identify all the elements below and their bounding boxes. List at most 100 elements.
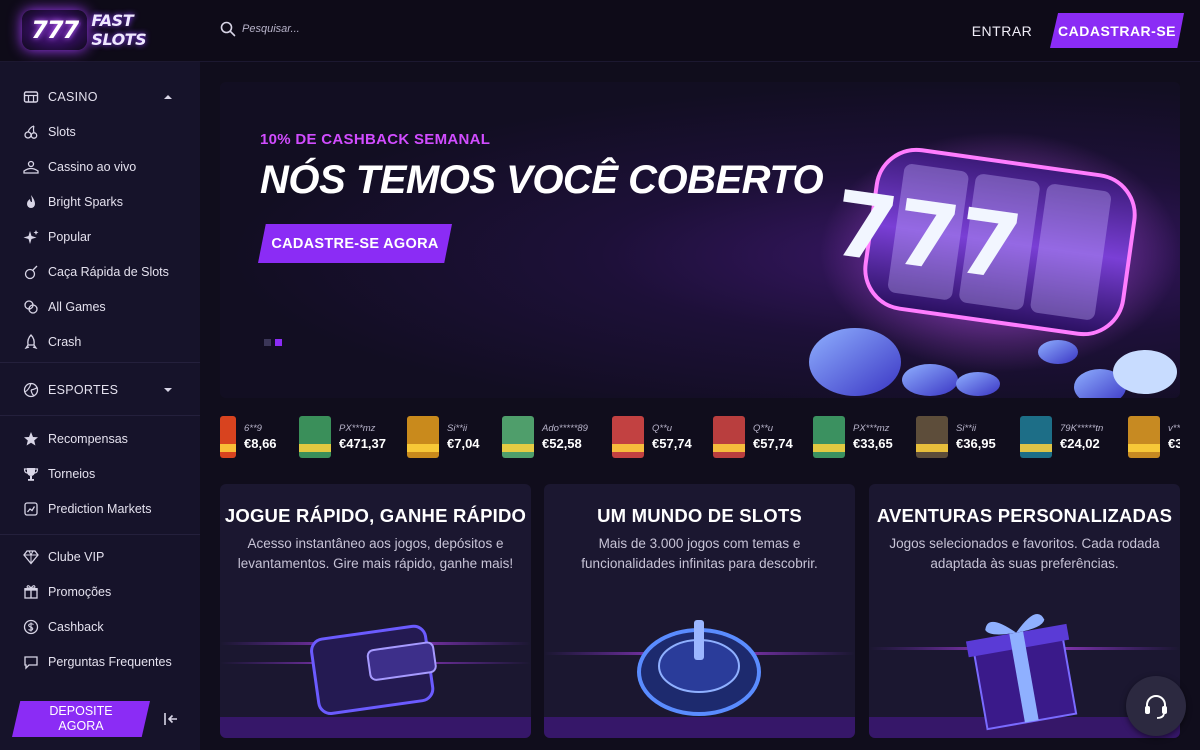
sidebar-item-label: Crash — [48, 335, 82, 349]
feature-card-fast-play[interactable]: JOGUE RÁPIDO, GANHE RÁPIDO Acesso instan… — [220, 484, 531, 738]
sidebar-item-label: Clube VIP — [48, 550, 105, 564]
chat-icon — [22, 653, 40, 671]
search-bar[interactable] — [220, 21, 462, 37]
card-title: UM MUNDO DE SLOTS — [597, 505, 802, 526]
card-title: AVENTURAS PERSONALIZADAS — [876, 505, 1173, 526]
sidebar-item-popular[interactable]: Popular — [0, 222, 200, 252]
flame-icon — [22, 193, 40, 211]
trophy-icon — [22, 465, 40, 483]
sidebar-item-bright-sparks[interactable]: Bright Sparks — [0, 187, 200, 217]
sidebar-divider — [0, 362, 200, 363]
sidebar-item-label: Perguntas Frequentes — [48, 655, 172, 669]
win-ticker-item[interactable]: Q**u €57,74 — [713, 416, 793, 458]
deposit-label-line1: DEPOSITE — [49, 704, 113, 718]
sparkle-icon — [22, 228, 40, 246]
winner-username: v** — [1168, 422, 1180, 434]
gift-icon — [22, 583, 40, 601]
game-thumbnail — [220, 416, 236, 458]
login-button[interactable]: ENTRAR — [966, 14, 1038, 48]
game-thumbnail — [612, 416, 644, 458]
support-chat-button[interactable] — [1126, 676, 1186, 736]
casino-icon — [22, 88, 40, 106]
sidebar-item-label: Popular — [48, 230, 92, 244]
card-title: JOGUE RÁPIDO, GANHE RÁPIDO — [224, 505, 527, 526]
sidebar-item-rewards[interactable]: Recompensas — [0, 424, 200, 454]
win-ticker-item[interactable]: PX***mz €471,37 — [299, 416, 386, 458]
win-ticker-item[interactable]: Si**ii €7,04 — [407, 416, 480, 458]
game-thumbnail — [299, 416, 331, 458]
wallet-illustration — [220, 624, 531, 738]
chevron-down-icon[interactable] — [162, 384, 174, 396]
hero-signup-button[interactable]: CADASTRE-SE AGORA — [258, 224, 452, 263]
win-ticker-item[interactable]: Q**u €57,74 — [612, 416, 692, 458]
carousel-dot[interactable] — [264, 339, 271, 346]
card-description: Acesso instantâneo aos jogos, depósitos … — [237, 536, 514, 571]
win-amount: €3 — [1168, 435, 1180, 451]
hero-eyebrow: 10% DE CASHBACK SEMANAL — [260, 131, 491, 148]
carousel-dots — [264, 339, 282, 346]
feature-card-slots-world[interactable]: UM MUNDO DE SLOTS Mais de 3.000 jogos co… — [544, 484, 855, 738]
sidebar-divider — [0, 415, 200, 416]
sidebar-section-label: CASINO — [48, 90, 98, 104]
win-ticker-item[interactable]: 6**9 €8,66 — [220, 416, 277, 458]
win-amount: €8,66 — [244, 435, 277, 451]
sidebar-item-label: Cashback — [48, 620, 104, 634]
register-button[interactable]: CADASTRAR-SE — [1050, 13, 1184, 48]
diamond-icon — [22, 548, 40, 566]
sidebar-item-label: Bright Sparks — [48, 195, 124, 209]
collapse-sidebar-icon[interactable] — [162, 710, 180, 728]
sidebar-item-live-casino[interactable]: Cassino ao vivo — [0, 152, 200, 182]
chevron-up-icon[interactable] — [162, 91, 174, 103]
sidebar-item-crash[interactable]: Crash — [0, 327, 200, 357]
game-thumbnail — [407, 416, 439, 458]
winner-username: Q**u — [753, 422, 774, 434]
win-amount: €33,65 — [853, 435, 893, 451]
winner-username: Q**u — [652, 422, 673, 434]
game-thumbnail — [916, 416, 948, 458]
card-description: Jogos selecionados e favoritos. Cada rod… — [889, 536, 1160, 571]
volleyball-icon — [22, 381, 40, 399]
slot-machine-777-illustration: 777 — [809, 132, 1180, 398]
win-ticker-item[interactable]: v** €3 — [1128, 416, 1180, 458]
sidebar-item-label: Recompensas — [48, 432, 128, 446]
win-ticker-item[interactable]: 79K*****tn €24,02 — [1020, 416, 1103, 458]
sidebar-item-promotions[interactable]: Promoções — [0, 577, 200, 607]
game-thumbnail — [502, 416, 534, 458]
sidebar-item-slot-hunt[interactable]: Caça Rápida de Slots — [0, 257, 200, 287]
win-amount: €471,37 — [339, 435, 386, 451]
win-amount: €57,74 — [652, 435, 692, 451]
sidebar-item-slots[interactable]: Slots — [0, 117, 200, 147]
deposit-label-line2: AGORA — [58, 719, 104, 733]
search-icon — [220, 21, 236, 37]
chart-icon — [22, 500, 40, 518]
sidebar-item-cashback[interactable]: Cashback — [0, 612, 200, 642]
win-ticker-item[interactable]: Si**ii €36,95 — [916, 416, 996, 458]
logo-777-badge: 777 — [22, 10, 88, 50]
sidebar-section-sports[interactable]: ESPORTES — [0, 375, 200, 405]
game-thumbnail — [713, 416, 745, 458]
win-amount: €52,58 — [542, 435, 582, 451]
logo-text: FAST SLOTS — [91, 11, 147, 49]
winner-username: Si**ii — [956, 422, 977, 434]
sidebar-item-faq[interactable]: Perguntas Frequentes — [0, 647, 200, 677]
sidebar-item-all-games[interactable]: All Games — [0, 292, 200, 322]
win-ticker-item[interactable]: Ado*****89 €52,58 — [502, 416, 588, 458]
games-icon — [22, 298, 40, 316]
search-input[interactable] — [242, 23, 462, 35]
sidebar-section-label: ESPORTES — [48, 383, 119, 397]
sidebar-item-prediction-markets[interactable]: Prediction Markets — [0, 494, 200, 524]
recent-wins-ticker: 6**9 €8,66 PX***mz €471,37 Si**ii €7,04 Ado… — [220, 414, 1180, 460]
fast-slots-logo[interactable]: 777 FAST SLOTS — [22, 8, 192, 52]
hero-banner: 10% DE CASHBACK SEMANAL NÓS TEMOS VOCÊ C… — [220, 82, 1180, 398]
sidebar-item-tournaments[interactable]: Torneios — [0, 459, 200, 489]
deposit-now-button[interactable]: DEPOSITE AGORA — [12, 701, 150, 737]
winner-username: PX***mz — [339, 422, 376, 434]
sidebar-section-casino[interactable]: CASINO — [0, 82, 200, 112]
winner-username: 79K*****tn — [1060, 422, 1104, 434]
sidebar-item-label: All Games — [48, 300, 106, 314]
win-ticker-item[interactable]: PX***mz €33,65 — [813, 416, 893, 458]
winner-username: Si**ii — [447, 422, 468, 434]
game-thumbnail — [1128, 416, 1160, 458]
sidebar-item-vip-club[interactable]: Clube VIP — [0, 542, 200, 572]
carousel-dot-active[interactable] — [275, 339, 282, 346]
